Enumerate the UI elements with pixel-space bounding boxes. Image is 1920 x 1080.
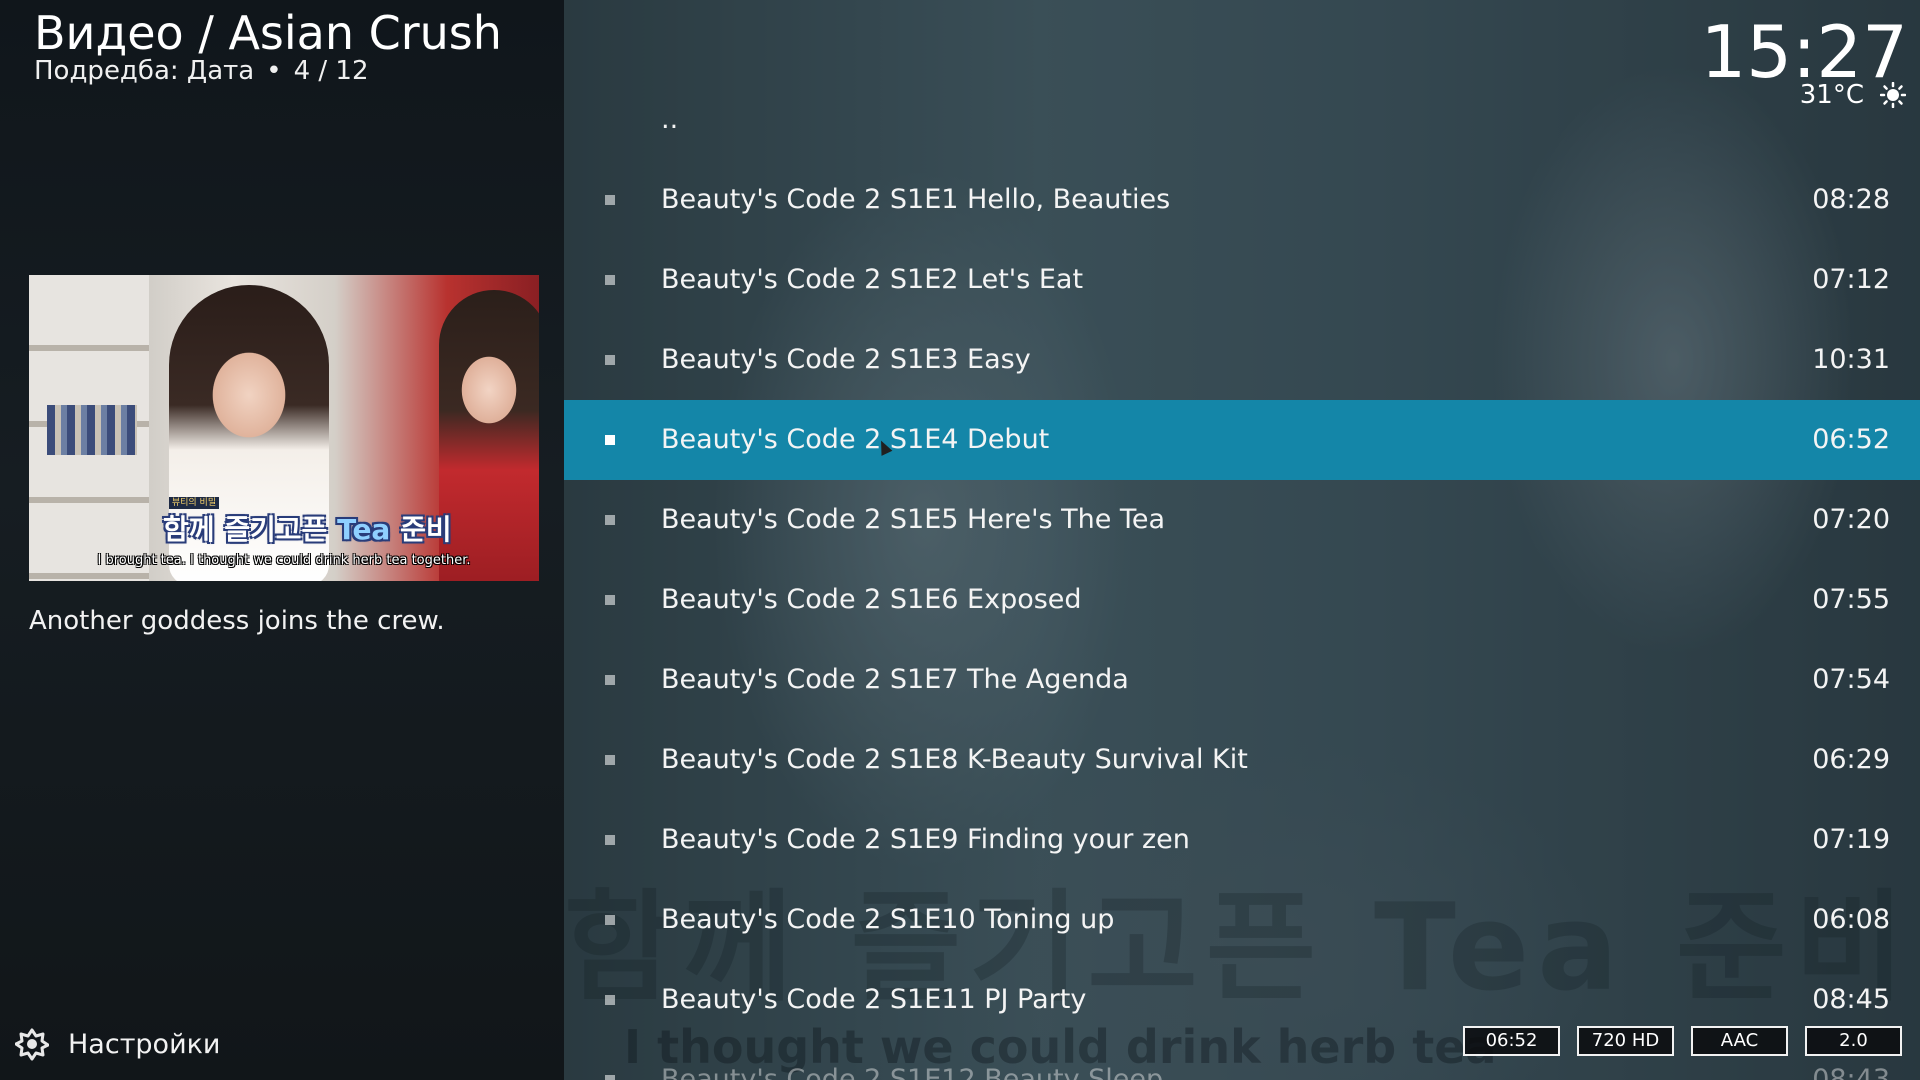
separator-dot: • bbox=[266, 56, 282, 86]
episode-title: Beauty's Code 2 S1E7 The Agenda bbox=[661, 664, 1129, 695]
episode-title: Beauty's Code 2 S1E1 Hello, Beauties bbox=[661, 184, 1171, 215]
bullet-icon bbox=[605, 835, 615, 845]
episode-title: Beauty's Code 2 S1E6 Exposed bbox=[661, 584, 1082, 615]
episode-title: Beauty's Code 2 S1E8 K-Beauty Survival K… bbox=[661, 744, 1248, 775]
bullet-icon bbox=[605, 435, 615, 445]
episode-duration: 06:52 bbox=[1812, 424, 1890, 455]
bullet-icon bbox=[605, 515, 615, 525]
media-browser-screen: 함께 즐기고픈 Tea 준비 I thought we could drink … bbox=[0, 0, 1920, 1080]
bullet-icon bbox=[605, 355, 615, 365]
thumbnail-books bbox=[47, 405, 137, 455]
episode-duration: 07:12 bbox=[1812, 264, 1890, 295]
list-item[interactable]: Beauty's Code 2 S1E10 Toning up 06:08 bbox=[564, 880, 1920, 960]
bullet-icon bbox=[605, 915, 615, 925]
episode-duration: 06:08 bbox=[1812, 904, 1890, 935]
bullet-icon bbox=[605, 275, 615, 285]
episode-duration: 07:54 bbox=[1812, 664, 1890, 695]
episode-duration: 06:29 bbox=[1812, 744, 1890, 775]
sort-info: Подредба: Дата • 4 / 12 bbox=[34, 56, 369, 86]
resolution-badge: 720 HD bbox=[1577, 1026, 1674, 1056]
info-panel: Видео / Asian Crush Подредба: Дата • 4 / 1… bbox=[0, 0, 564, 1080]
list-item[interactable]: Beauty's Code 2 S1E3 Easy 10:31 bbox=[564, 320, 1920, 400]
list-item-selected[interactable]: Beauty's Code 2 S1E4 Debut 06:52 bbox=[564, 400, 1920, 480]
item-position: 4 / 12 bbox=[293, 56, 369, 86]
caption-tail: 준비 bbox=[390, 513, 452, 546]
duration-badge: 06:52 bbox=[1463, 1026, 1560, 1056]
episode-duration: 10:31 bbox=[1812, 344, 1890, 375]
sort-label: Подредба: Дата bbox=[34, 56, 255, 86]
clock: 15:27 bbox=[1700, 10, 1909, 94]
episode-title: Beauty's Code 2 S1E12 Beauty Sleep bbox=[661, 1064, 1164, 1080]
audio-channels-badge: 2.0 bbox=[1805, 1026, 1902, 1056]
thumbnail-person-right bbox=[439, 290, 539, 581]
episode-title: Beauty's Code 2 S1E10 Toning up bbox=[661, 904, 1115, 935]
episode-plot: Another goddess joins the crew. bbox=[29, 606, 445, 636]
episode-duration: 07:55 bbox=[1812, 584, 1890, 615]
bullet-icon bbox=[605, 755, 615, 765]
episode-title: Beauty's Code 2 S1E9 Finding your zen bbox=[661, 824, 1190, 855]
list-item[interactable]: Beauty's Code 2 S1E9 Finding your zen 07… bbox=[564, 800, 1920, 880]
episode-thumbnail: 뷰티의 비밀 함께 즐기고픈 Tea 준비 I brought tea. I t… bbox=[29, 275, 539, 581]
settings-label: Настройки bbox=[68, 1028, 221, 1060]
episode-title: Beauty's Code 2 S1E5 Here's The Tea bbox=[661, 504, 1165, 535]
media-info-badges: 06:52 720 HD AAC 2.0 bbox=[1446, 1026, 1902, 1056]
bullet-icon bbox=[605, 675, 615, 685]
thumbnail-subtitle-line: I brought tea. I thought we could drink … bbox=[97, 553, 471, 568]
parent-folder-label: .. bbox=[661, 104, 679, 135]
episode-title: Beauty's Code 2 S1E4 Debut bbox=[661, 424, 1050, 455]
bullet-icon bbox=[605, 1075, 615, 1080]
bullet-icon bbox=[605, 195, 615, 205]
settings-button[interactable]: Настройки bbox=[14, 1024, 220, 1064]
list-item[interactable]: Beauty's Code 2 S1E2 Let's Eat 07:12 bbox=[564, 240, 1920, 320]
thumbnail-caption-title: 함께 즐기고픈 Tea 준비 bbox=[163, 508, 452, 548]
episode-title: Beauty's Code 2 S1E11 PJ Party bbox=[661, 984, 1087, 1015]
episode-title: Beauty's Code 2 S1E2 Let's Eat bbox=[661, 264, 1084, 295]
episode-duration: 07:19 bbox=[1812, 824, 1890, 855]
list-item[interactable]: Beauty's Code 2 S1E5 Here's The Tea 07:2… bbox=[564, 480, 1920, 560]
parent-folder-item[interactable]: .. bbox=[564, 80, 1920, 160]
episode-title: Beauty's Code 2 S1E3 Easy bbox=[661, 344, 1031, 375]
page-title: Видео / Asian Crush bbox=[34, 6, 502, 60]
bullet-icon bbox=[605, 995, 615, 1005]
bullet-icon bbox=[605, 595, 615, 605]
list-item[interactable]: Beauty's Code 2 S1E7 The Agenda 07:54 bbox=[564, 640, 1920, 720]
episode-duration: 07:20 bbox=[1812, 504, 1890, 535]
list-item[interactable]: Beauty's Code 2 S1E8 K-Beauty Survival K… bbox=[564, 720, 1920, 800]
caption-korean: 함께 즐기고픈 bbox=[163, 513, 338, 546]
audio-codec-badge: AAC bbox=[1691, 1026, 1788, 1056]
episode-list: .. Beauty's Code 2 S1E1 Hello, Beauties … bbox=[564, 80, 1920, 1080]
episode-duration: 08:28 bbox=[1812, 184, 1890, 215]
caption-tea-word: Tea bbox=[337, 513, 391, 546]
list-item[interactable]: Beauty's Code 2 S1E1 Hello, Beauties 08:… bbox=[564, 160, 1920, 240]
list-item[interactable]: Beauty's Code 2 S1E6 Exposed 07:55 bbox=[564, 560, 1920, 640]
gear-icon bbox=[14, 1026, 50, 1062]
